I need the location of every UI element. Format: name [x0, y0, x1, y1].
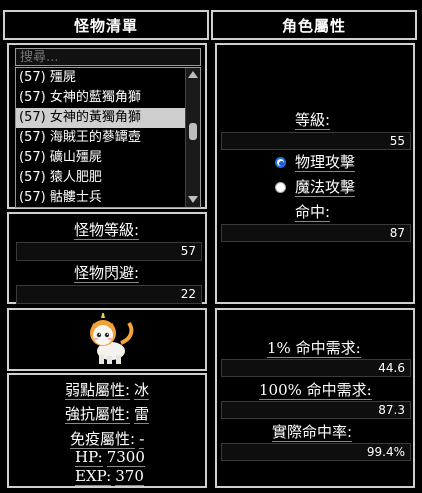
hundred-percent-hit-label: 100% 命中需求: — [259, 381, 372, 400]
character-level-field[interactable]: 55 — [221, 132, 411, 150]
character-attributes-header: 角色屬性 — [211, 10, 417, 40]
monster-list-panel: (57) 殭屍(57) 女神的藍獨角獅(57) 女神的黃獨角獅(57) 海賊王的… — [7, 43, 207, 209]
monster-evasion-label: 怪物閃避: — [74, 264, 140, 283]
character-attributes-title: 角色屬性 — [281, 16, 346, 35]
exp-label: EXP: — [75, 467, 112, 486]
monster-level-field[interactable]: 57 — [16, 242, 202, 261]
exp-value: 370 — [115, 467, 144, 486]
monster-list-item[interactable]: (57) 殭屍 — [16, 68, 185, 88]
hp-label: HP: — [75, 448, 103, 467]
scroll-up-icon — [188, 71, 198, 78]
monster-evasion-field[interactable]: 22 — [16, 285, 202, 304]
hp-row: HP: 7300 — [75, 448, 145, 467]
scroll-down-icon — [188, 196, 198, 203]
resist-attribute-label: 強抗屬性: — [65, 405, 131, 424]
weak-attribute-row: 弱點屬性: 冰 — [65, 381, 150, 400]
monster-sprite — [90, 313, 134, 364]
exp-row: EXP: 370 — [75, 467, 144, 486]
monster-image-panel — [7, 308, 207, 371]
monster-list-item[interactable]: (57) 猿人肥肥 — [16, 168, 185, 188]
monster-list-title: 怪物清單 — [73, 16, 138, 35]
physical-attack-label: 物理攻擊 — [295, 153, 356, 172]
monster-list-items: (57) 殭屍 (57) 女神的藍獨角獅 (57) 女神的黃獨角獅 (57) 海賊王的… — [16, 68, 185, 207]
weak-attribute-label: 弱點屬性: — [65, 381, 131, 400]
search-input[interactable] — [15, 48, 201, 66]
monster-info-panel: 弱點屬性: 冰 強抗屬性: 雷 免疫屬性: - HP: 7300 EXP: 370 — [7, 373, 207, 488]
immune-attribute-value: - — [139, 430, 145, 449]
one-percent-hit-field: 44.6 — [221, 359, 411, 377]
character-level-label: 等級: — [295, 111, 331, 130]
monster-list-item[interactable]: (57) 骷髏士兵 — [16, 188, 185, 207]
accuracy-field[interactable]: 87 — [221, 224, 411, 242]
scroll-thumb — [189, 123, 197, 140]
accuracy-label: 命中: — [295, 203, 331, 222]
monster-list-header: 怪物清單 — [3, 10, 209, 40]
actual-hit-rate-field: 99.4% — [221, 443, 411, 461]
scrollbar[interactable] — [185, 68, 200, 207]
hp-value: 7300 — [106, 448, 145, 467]
physical-attack-option[interactable]: 物理攻擊 — [275, 153, 356, 172]
character-attributes-panel: 等級: 55 物理攻擊 魔法攻擊 命中: 87 — [215, 43, 415, 304]
monster-stats-panel: 怪物等級: 57 怪物閃避: 22 — [7, 212, 207, 304]
monster-list-item[interactable]: (57) 女神的黃獨角獅 — [16, 108, 185, 128]
monster-listbox[interactable]: (57) 殭屍 (57) 女神的藍獨角獅 (57) 女神的黃獨角獅 (57) 海賊王的… — [15, 67, 201, 208]
immune-attribute-row: 免疫屬性: - — [70, 430, 145, 449]
hit-results-panel: 1% 命中需求: 44.6 100% 命中需求: 87.3 實際命中率: 99.… — [215, 308, 415, 488]
monster-level-label: 怪物等級: — [74, 221, 140, 240]
monster-list-item[interactable]: (57) 女神的藍獨角獅 — [16, 88, 185, 108]
actual-hit-rate-label: 實際命中率: — [272, 423, 353, 442]
monster-list-item[interactable]: (57) 礦山殭屍 — [16, 148, 185, 168]
resist-attribute-value: 雷 — [134, 405, 150, 424]
one-percent-hit-label: 1% 命中需求: — [267, 339, 361, 358]
monster-list-item[interactable]: (57) 海賊王的蔘罈壺 — [16, 128, 185, 148]
weak-attribute-value: 冰 — [134, 381, 150, 400]
resist-attribute-row: 強抗屬性: 雷 — [65, 405, 150, 424]
magic-attack-label: 魔法攻擊 — [295, 178, 356, 197]
magic-attack-radio[interactable] — [275, 182, 286, 193]
immune-attribute-label: 免疫屬性: — [70, 430, 136, 449]
physical-attack-radio[interactable] — [275, 157, 286, 168]
magic-attack-option[interactable]: 魔法攻擊 — [275, 178, 356, 197]
hundred-percent-hit-field: 87.3 — [221, 401, 411, 419]
